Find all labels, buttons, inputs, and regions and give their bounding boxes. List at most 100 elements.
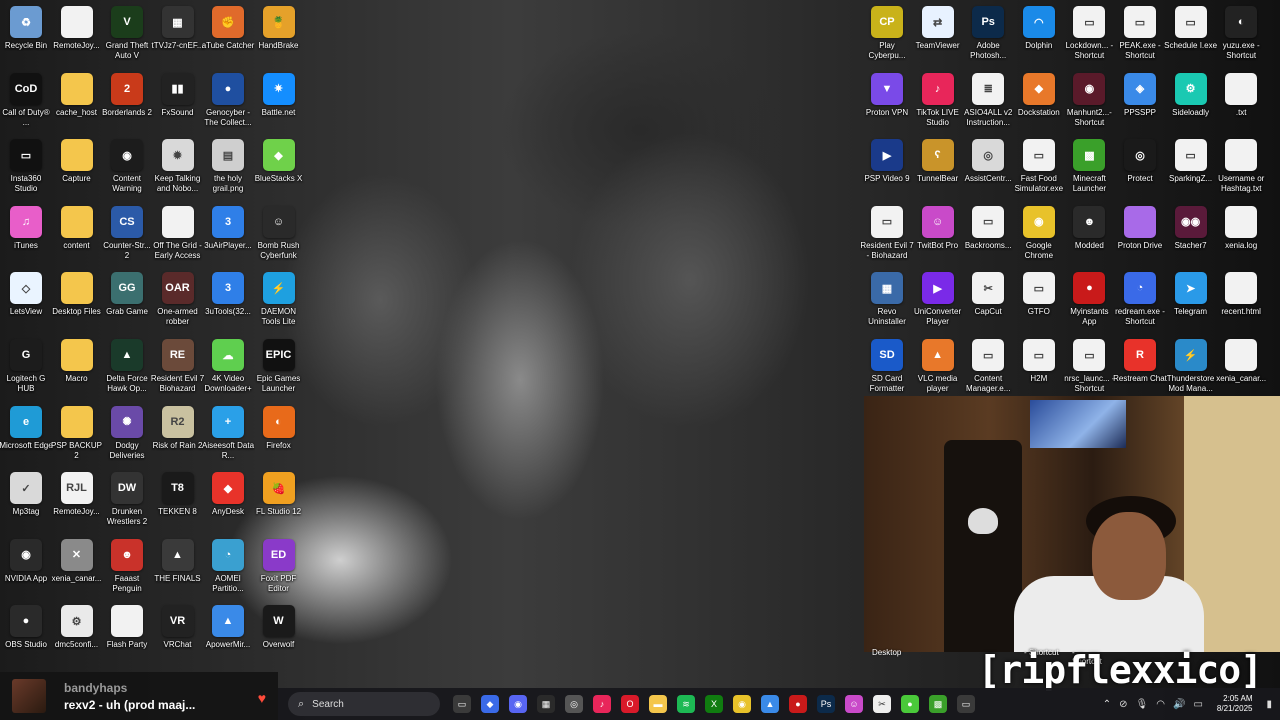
desktop-icon[interactable]: ☁ 4K Video Downloader+ bbox=[203, 339, 253, 403]
desktop-icon[interactable]: ▭ nrsc_launc... - Shortcut bbox=[1064, 339, 1115, 403]
desktop-icon[interactable]: ◉ NVIDIA App bbox=[1, 538, 51, 603]
desktop-icon[interactable]: ✺ Dodgy Deliveries bbox=[102, 405, 152, 470]
desktop-icon[interactable]: VR VRChat bbox=[153, 605, 203, 669]
desktop-icon[interactable]: ≣ ASIO4ALL v2 Instruction... bbox=[963, 72, 1013, 137]
desktop-icon[interactable]: ▶ UniConverter Player bbox=[913, 272, 963, 336]
desktop-icon[interactable]: ▲ VLC media player bbox=[913, 339, 963, 403]
desktop-icon[interactable]: ● Myinstants App bbox=[1064, 272, 1114, 336]
desktop-icon[interactable]: ◠ Dolphin bbox=[1014, 6, 1064, 70]
desktop-icon[interactable]: ◉ Content Warning bbox=[102, 139, 152, 203]
desktop-icon[interactable]: CP Play Cyberpu... bbox=[862, 6, 912, 70]
desktop-icon[interactable]: ▮▮ FxSound bbox=[153, 72, 203, 137]
desktop-icon[interactable]: ▭ PEAK.exe - Shortcut bbox=[1115, 6, 1165, 70]
desktop-icon[interactable]: ▭ Lockdown... - Shortcut bbox=[1064, 6, 1114, 70]
desktop-icon[interactable]: ◉ Google Chrome bbox=[1014, 205, 1064, 270]
desktop-icon[interactable]: DW Drunken Wrestlers 2 bbox=[102, 472, 152, 536]
desktop-icon[interactable]: ◎ Protect bbox=[1115, 139, 1165, 203]
network-off-icon[interactable]: ⊘ bbox=[1119, 699, 1127, 710]
desktop-icon[interactable]: ◆ AnyDesk bbox=[203, 472, 253, 536]
desktop-icon[interactable]: OAR One-armed robber bbox=[153, 272, 203, 336]
capcut-taskbar-icon[interactable]: ✂ bbox=[873, 695, 891, 713]
desktop-icon[interactable]: ✕ xenia_canar... bbox=[52, 538, 102, 603]
desktop-icon[interactable]: ☺ Bomb Rush Cyberfunk bbox=[254, 205, 304, 270]
desktop-icon[interactable]: T8 TEKKEN 8 bbox=[153, 472, 203, 536]
copilot-icon[interactable]: ◆ bbox=[481, 695, 499, 713]
photoshop-taskbar-icon[interactable]: Ps bbox=[817, 695, 835, 713]
desktop-icon[interactable]: G Logitech G HUB bbox=[1, 339, 51, 403]
desktop-icon[interactable]: ▲ ApowerMir... bbox=[203, 605, 253, 669]
tiktok-taskbar-icon[interactable]: ♪ bbox=[593, 695, 611, 713]
desktop-icon[interactable]: RJL RemoteJoy... bbox=[52, 472, 102, 536]
desktop-icon[interactable]: ☺ TwitBot Pro bbox=[913, 205, 963, 270]
green-app-icon[interactable]: ● bbox=[901, 695, 919, 713]
desktop-icon[interactable]: EPIC Epic Games Launcher bbox=[254, 339, 304, 403]
desktop-icon[interactable]: ▲ THE FINALS bbox=[153, 538, 203, 603]
desktop-icon[interactable]: GG Grab Game bbox=[102, 272, 152, 336]
minecraft-taskbar-icon[interactable]: ▩ bbox=[929, 695, 947, 713]
chrome-alt-icon[interactable]: ◎ bbox=[565, 695, 583, 713]
desktop-icon[interactable]: ◎ AssistCentr... bbox=[963, 139, 1013, 203]
desktop-icon[interactable]: ⚙ Sideloadly bbox=[1166, 72, 1216, 137]
desktop-icon[interactable]: + Aiseesoft Data R... bbox=[202, 405, 254, 470]
battery-icon[interactable]: ▭ bbox=[1193, 699, 1202, 710]
desktop-icon[interactable]: 3 3uTools(32... bbox=[203, 272, 253, 336]
desktop-icon[interactable]: xenia.log bbox=[1216, 205, 1266, 270]
desktop-icon[interactable]: Desktop Files bbox=[52, 272, 102, 336]
desktop-icon[interactable]: ◔ redream.exe - Shortcut bbox=[1115, 272, 1165, 336]
desktop-icon[interactable]: Proton Drive bbox=[1115, 205, 1165, 270]
photos-icon[interactable]: ▲ bbox=[761, 695, 779, 713]
desktop-icon[interactable]: ▲ Delta Force Hawk Op... bbox=[102, 339, 152, 403]
chrome-taskbar-icon[interactable]: ◉ bbox=[733, 695, 751, 713]
desktop-icon[interactable]: recent.html bbox=[1216, 272, 1266, 336]
desktop-icon[interactable]: ED Foxit PDF Editor bbox=[254, 538, 304, 603]
desktop-icon[interactable]: ▼ Proton VPN bbox=[862, 72, 912, 137]
desktop-icon[interactable]: Off The Grid - Early Access bbox=[153, 205, 203, 270]
desktop-icon[interactable]: R2 Risk of Rain 2 bbox=[153, 405, 203, 470]
desktop-icon[interactable]: ✓ Mp3tag bbox=[1, 472, 51, 536]
desktop-icon[interactable]: ♪ TikTok LIVE Studio bbox=[913, 72, 963, 137]
desktop-icon[interactable]: ▭ Backrooms... bbox=[963, 205, 1013, 270]
desktop-icon[interactable]: SD SD Card Formatter bbox=[862, 339, 912, 403]
desktop-icon[interactable]: ▭ H2M bbox=[1014, 339, 1064, 403]
desktop-icon[interactable]: ☻ Modded bbox=[1064, 205, 1114, 270]
desktop-icon[interactable]: ✂ CapCut bbox=[963, 272, 1013, 336]
desktop-icon[interactable]: 🍓 FL Studio 12 bbox=[254, 472, 304, 536]
desktop-icon[interactable]: ⇄ TeamViewer bbox=[913, 6, 963, 70]
notification-icon[interactable]: ▮ bbox=[1266, 699, 1272, 710]
desktop-icon[interactable]: ▭ GTFO bbox=[1014, 272, 1064, 336]
desktop-icon[interactable]: ▭ Insta360 Studio bbox=[1, 139, 51, 203]
desktop-icon[interactable]: .txt bbox=[1216, 72, 1266, 137]
desktop-icon[interactable]: ▭ SparkingZ... bbox=[1166, 139, 1216, 203]
desktop-icon[interactable]: ☻ Faaast Penguin bbox=[102, 538, 152, 603]
taskbar-search[interactable]: ⌕ Search bbox=[288, 692, 440, 716]
desktop-icon[interactable]: ◔ AOMEI Partitio... bbox=[203, 538, 253, 603]
red-app-icon[interactable]: ● bbox=[789, 695, 807, 713]
desktop-icon[interactable]: ◈ PPSSPP bbox=[1115, 72, 1165, 137]
desktop-icon[interactable]: ◇ LetsView bbox=[1, 272, 51, 336]
discord-icon[interactable]: ◉ bbox=[509, 695, 527, 713]
desktop-icon[interactable]: e Microsoft Edge bbox=[0, 405, 53, 470]
desktop-icon[interactable]: ▦ Revo Uninstaller bbox=[862, 272, 912, 336]
desktop-icon[interactable]: ʕ TunnelBear bbox=[913, 139, 963, 203]
chevron-up-icon[interactable]: ⌃ bbox=[1103, 699, 1111, 710]
desktop-icon[interactable]: PSP BACKUP 2 bbox=[51, 405, 102, 470]
desktop-icon[interactable]: ▶ PSP Video 9 bbox=[862, 139, 912, 203]
microphone-icon[interactable]: 🎙 bbox=[1136, 699, 1149, 710]
desktop-icon[interactable]: ◆ BlueStacks X bbox=[254, 139, 304, 203]
desktop-icon[interactable]: ✷ Battle.net bbox=[254, 72, 304, 137]
desktop-icon[interactable]: ● Genocyber - The Collect... bbox=[203, 72, 253, 137]
desktop-icon[interactable]: ▦ tTVJz7-cnEF... bbox=[151, 6, 204, 70]
wifi-icon[interactable]: ◠ bbox=[1156, 699, 1165, 710]
taskbar-clock[interactable]: 2:05 AM 8/21/2025 bbox=[1213, 694, 1257, 714]
desktop-icon[interactable]: CoD Call of Duty® ... bbox=[1, 72, 51, 137]
desktop-icon[interactable]: ✹ Keep Talking and Nobo... bbox=[153, 139, 203, 203]
desktop-icon[interactable]: ▤ the holy grail.png bbox=[203, 139, 253, 203]
xbox-icon[interactable]: X bbox=[705, 695, 723, 713]
desktop-icon[interactable]: Capture bbox=[52, 139, 102, 203]
desktop-icon[interactable]: ⚙ dmc5confi... bbox=[52, 605, 102, 669]
opera-icon[interactable]: O bbox=[621, 695, 639, 713]
desktop-icon[interactable]: RE Resident Evil 7 Biohazard bbox=[151, 339, 204, 403]
desktop-icon[interactable]: 2 Borderlands 2 bbox=[102, 72, 152, 137]
desktop-icon[interactable]: cache_host bbox=[52, 72, 102, 137]
desktop-icon[interactable]: ▩ Minecraft Launcher bbox=[1064, 139, 1114, 203]
